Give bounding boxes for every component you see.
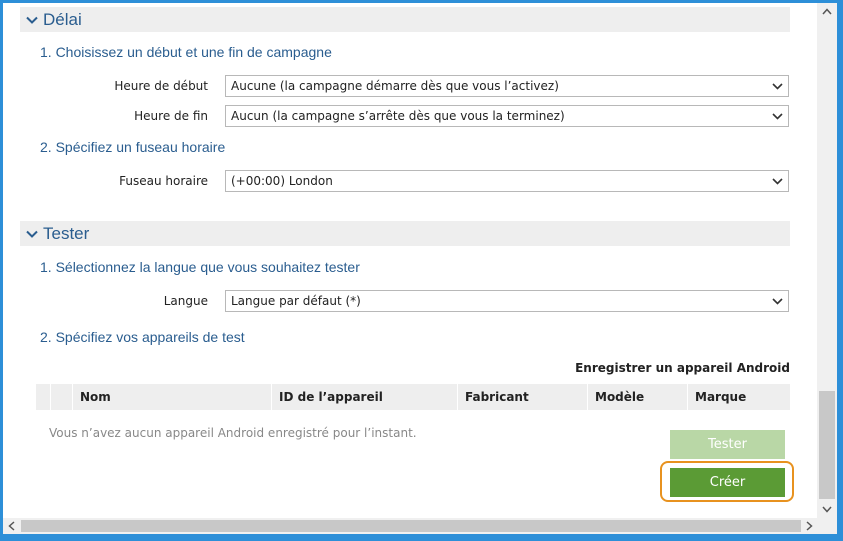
- delai-step-1: 1. Choisissez un début et une fin de cam…: [40, 44, 332, 60]
- timezone-select[interactable]: (+00:00) London: [225, 170, 789, 192]
- end-time-value: Aucun (la campagne s’arrête dès que vous…: [231, 109, 565, 123]
- start-time-label: Heure de début: [114, 79, 208, 93]
- column-name[interactable]: Nom: [72, 384, 271, 410]
- delai-step-2: 2. Spécifiez un fuseau horaire: [40, 139, 226, 155]
- section-tester-header[interactable]: Tester: [20, 221, 790, 246]
- chevron-down-icon: [766, 82, 788, 90]
- section-delai-header[interactable]: Délai: [20, 7, 790, 32]
- language-value: Langue par défaut (*): [231, 294, 361, 308]
- timezone-value: (+00:00) London: [231, 174, 333, 188]
- vertical-scroll-thumb[interactable]: [819, 391, 835, 499]
- start-time-value: Aucune (la campagne démarre dès que vous…: [231, 79, 559, 93]
- end-time-label: Heure de fin: [134, 109, 208, 123]
- scroll-right-icon[interactable]: [801, 518, 817, 534]
- chevron-down-icon[interactable]: [25, 227, 39, 241]
- end-time-select[interactable]: Aucun (la campagne s’arrête dès que vous…: [225, 105, 789, 127]
- column-model[interactable]: Modèle: [587, 384, 687, 410]
- window-border-right: [837, 0, 843, 541]
- table-column-spacer: [36, 384, 50, 410]
- window-border-bottom: [0, 534, 843, 541]
- tester-step-1: 1. Sélectionnez la langue que vous souha…: [40, 259, 360, 275]
- test-button[interactable]: Tester: [670, 430, 785, 459]
- language-label: Langue: [163, 294, 208, 308]
- scrollbar-corner: [817, 518, 837, 534]
- section-tester-title: Tester: [43, 223, 90, 243]
- table-column-select: [50, 384, 72, 410]
- horizontal-scroll-thumb[interactable]: [21, 520, 801, 532]
- scroll-down-icon[interactable]: [817, 501, 837, 518]
- no-devices-message: Vous n’avez aucun appareil Android enreg…: [49, 426, 417, 440]
- chevron-down-icon: [766, 177, 788, 185]
- chevron-down-icon: [766, 112, 788, 120]
- campaign-form: Délai 1. Choisissez un début et une fin …: [3, 3, 817, 518]
- column-device-id[interactable]: ID de l’appareil: [271, 384, 457, 410]
- scroll-left-icon[interactable]: [3, 518, 19, 534]
- scroll-up-icon[interactable]: [817, 3, 837, 20]
- start-time-select[interactable]: Aucune (la campagne démarre dès que vous…: [225, 75, 789, 97]
- column-brand[interactable]: Marque: [687, 384, 790, 410]
- language-select[interactable]: Langue par défaut (*): [225, 290, 789, 312]
- register-android-device-link[interactable]: Enregistrer un appareil Android: [575, 361, 790, 375]
- column-manufacturer[interactable]: Fabricant: [457, 384, 587, 410]
- section-delai-title: Délai: [43, 9, 82, 29]
- timezone-label: Fuseau horaire: [119, 174, 208, 188]
- horizontal-scrollbar[interactable]: [3, 518, 817, 534]
- vertical-scrollbar[interactable]: [817, 3, 837, 518]
- tester-step-2: 2. Spécifiez vos appareils de test: [40, 329, 245, 345]
- chevron-down-icon[interactable]: [25, 13, 39, 27]
- devices-table-header: Nom ID de l’appareil Fabricant Modèle Ma…: [36, 384, 790, 410]
- create-button[interactable]: Créer: [670, 468, 785, 497]
- chevron-down-icon: [766, 297, 788, 305]
